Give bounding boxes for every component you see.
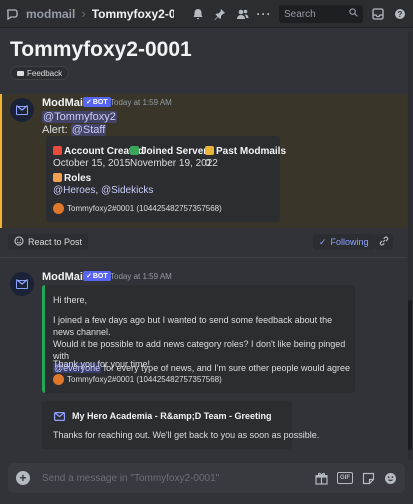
user-mention-line: @Tommyfoxy2	[42, 111, 117, 123]
threads-icon[interactable]	[6, 7, 20, 21]
embed-footer: Tommyfoxy2#0001 (104425482757357568)	[53, 203, 222, 214]
thread-action-bar: React to Post ✓ Following	[0, 232, 407, 252]
breadcrumb-separator: ›	[81, 6, 86, 21]
role-sidekicks[interactable]: @Sidekicks	[101, 185, 153, 196]
user-avatar-icon	[53, 203, 64, 214]
reply-embed: My Hero Academia - R&amp;D Team - Greeti…	[42, 401, 319, 449]
mail-icon	[54, 412, 66, 424]
alert-line: Alert: @Staff	[42, 124, 107, 136]
react-label: React to Post	[28, 237, 83, 247]
role-mention[interactable]: @Staff	[70, 124, 107, 136]
copy-link-button[interactable]	[375, 234, 393, 250]
emoji-add-icon	[14, 236, 24, 248]
search-icon	[349, 8, 358, 20]
add-attachment-button[interactable]: +	[16, 471, 30, 485]
avatar[interactable]	[10, 272, 34, 296]
following-label: Following	[330, 237, 369, 247]
role-heroes[interactable]: @Heroes	[53, 185, 95, 196]
alert-prefix: Alert:	[42, 124, 68, 136]
members-icon[interactable]	[235, 7, 249, 21]
folder-icon	[205, 146, 214, 155]
mail-icon	[15, 105, 28, 115]
check-icon: ✓	[86, 273, 92, 280]
user-avatar-icon	[53, 374, 64, 385]
field-roles: Roles	[53, 173, 91, 184]
bot-badge: ✓ BOT	[83, 271, 111, 281]
bot-label: BOT	[92, 272, 108, 280]
field-joined-server: Joined Server	[130, 146, 207, 157]
top-bar: modmail › Tommyfoxy2-0001 ··· Search ?	[0, 0, 413, 28]
emoji-icon[interactable]	[383, 471, 397, 485]
field-past-modmails: Past Modmails	[205, 146, 286, 157]
author-name[interactable]: ModMail	[42, 97, 86, 109]
help-icon[interactable]: ?	[393, 7, 407, 21]
avatar[interactable]	[10, 98, 34, 122]
channel-name[interactable]: modmail	[26, 7, 75, 21]
footer-text: Tommyfoxy2#0001 (104425482757357568)	[67, 375, 222, 384]
embed-text: Thanks for reaching out. We'll get back …	[53, 430, 320, 440]
sticker-icon[interactable]	[361, 471, 375, 485]
search-input[interactable]: Search	[279, 5, 363, 23]
check-icon: ✓	[86, 99, 92, 106]
author-name[interactable]: ModMail	[42, 271, 86, 283]
svg-text:?: ?	[398, 10, 403, 19]
divider	[0, 257, 407, 258]
label-icon	[53, 173, 62, 182]
message-composer: + GIF	[8, 463, 405, 493]
bot-badge: ✓ BOT	[83, 97, 111, 107]
footer-text: Tommyfoxy2#0001 (104425482757357568)	[67, 204, 222, 213]
user-mention[interactable]: @Tommyfoxy2	[42, 111, 117, 123]
embed-title: My Hero Academia - R&amp;D Team - Greeti…	[72, 411, 272, 421]
pin-icon[interactable]	[213, 7, 227, 21]
react-to-post-button[interactable]: React to Post	[8, 234, 89, 250]
gif-button[interactable]: GIF	[337, 472, 353, 484]
bell-icon[interactable]	[191, 7, 205, 21]
account-created-value: October 15, 2015	[53, 158, 131, 169]
link-icon	[379, 235, 389, 249]
timestamp: Today at 1:59 AM	[110, 272, 172, 281]
more-icon[interactable]: ···	[257, 7, 271, 21]
past-modmails-value: 0	[205, 158, 211, 169]
roles-value: @Heroes, @Sidekicks	[53, 185, 154, 196]
timestamp: Today at 1:59 AM	[110, 98, 172, 107]
tag-icon	[17, 70, 24, 76]
search-placeholder: Search	[284, 8, 316, 20]
inbox-tray-icon	[130, 146, 139, 155]
following-button[interactable]: ✓ Following	[313, 234, 375, 250]
embed-footer: Tommyfoxy2#0001 (104425482757357568)	[53, 374, 222, 385]
tag-label: Feedback	[27, 68, 63, 78]
calendar-icon	[53, 146, 62, 155]
bot-label: BOT	[92, 98, 108, 106]
check-icon: ✓	[319, 236, 327, 247]
message-input[interactable]	[42, 470, 272, 486]
gift-icon[interactable]	[314, 471, 328, 485]
mail-icon	[15, 279, 28, 289]
scrollbar-thumb[interactable]	[408, 300, 412, 450]
thanks-text: Thank you for your time!	[53, 359, 151, 369]
forum-tag[interactable]: Feedback	[10, 66, 70, 80]
page-title: Tommyfoxy2-0001	[10, 38, 192, 61]
thread-name: Tommyfoxy2-0001	[91, 6, 174, 21]
toolbar: ··· Search ?	[191, 5, 407, 23]
inbox-icon[interactable]	[371, 7, 385, 21]
greeting-text: Hi there,	[53, 295, 88, 305]
